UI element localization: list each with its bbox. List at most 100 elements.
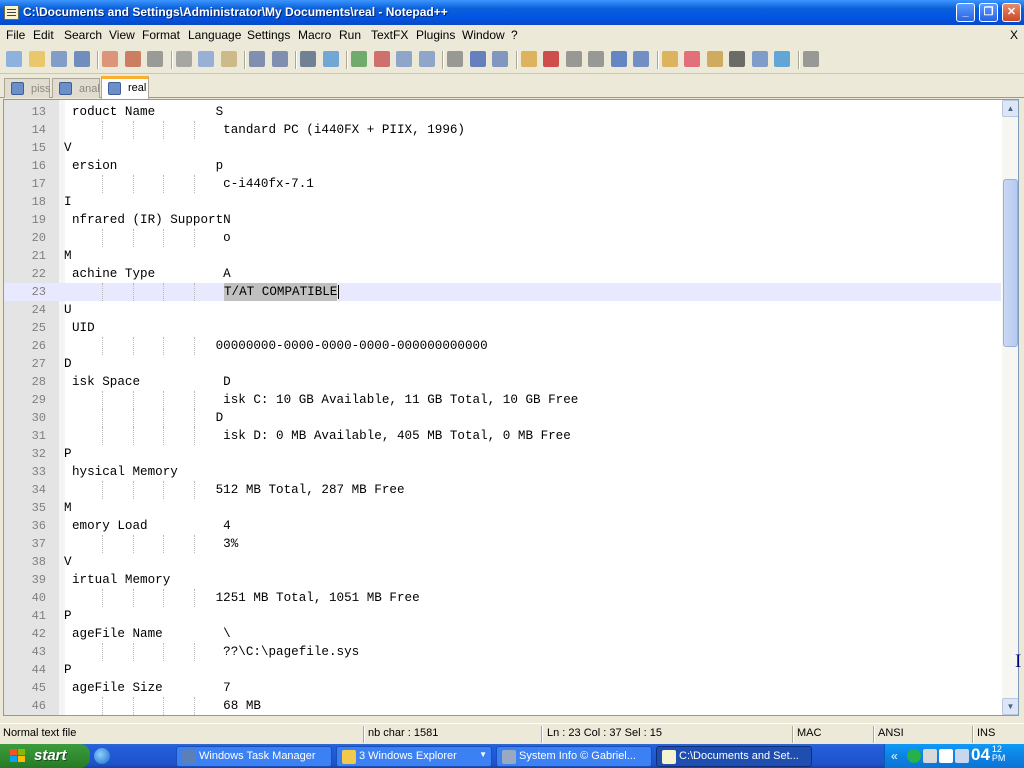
editor-line[interactable]: 41 P [4, 607, 1001, 625]
title-bar[interactable]: C:\Documents and Settings\Administrator\… [0, 0, 1024, 25]
editor-line[interactable]: 44 P [4, 661, 1001, 679]
editor-line[interactable]: 24 U [4, 301, 1001, 319]
editor-line[interactable]: 39 irtual Memory [4, 571, 1001, 589]
editor-line[interactable]: 23 T/AT COMPATIBLE [4, 283, 1001, 301]
folder-icon[interactable] [661, 51, 678, 67]
editor-line[interactable]: 37 3% [4, 535, 1001, 553]
menu-plugins[interactable]: Plugins [416, 28, 455, 42]
sync-h-icon[interactable] [418, 51, 435, 67]
editor-line[interactable]: 28 isk Space D [4, 373, 1001, 391]
play-icon[interactable] [588, 51, 604, 67]
zoom-out-icon[interactable] [373, 51, 390, 67]
save-macro-icon[interactable] [633, 51, 649, 67]
clock[interactable]: 04 12 PM [971, 745, 1005, 765]
tray-speaker-icon[interactable] [955, 749, 969, 763]
open-icon[interactable] [28, 51, 45, 67]
editor-line[interactable]: 32 P [4, 445, 1001, 463]
sync-v-icon[interactable] [396, 51, 412, 67]
zoom-in-icon[interactable] [351, 51, 367, 67]
scroll-up-arrow-icon[interactable]: ▲ [1002, 100, 1018, 117]
menu-file[interactable]: File [6, 28, 25, 42]
editor-line[interactable]: 34 512 MB Total, 287 MB Free [4, 481, 1001, 499]
wrap-icon[interactable] [447, 51, 463, 67]
redo-icon[interactable] [271, 51, 288, 67]
indent-guide-icon[interactable] [492, 51, 508, 67]
internet-explorer-icon[interactable] [94, 748, 110, 764]
taskbar-windows-explorer[interactable]: 3 Windows Explorer ▼ [336, 746, 492, 767]
menu-macro[interactable]: Macro [298, 28, 331, 42]
editor-line[interactable]: 38 V [4, 553, 1001, 571]
stop-icon[interactable] [565, 51, 582, 67]
scroll-thumb[interactable] [1003, 179, 1018, 347]
maximize-button[interactable]: ❐ [979, 3, 998, 22]
editor-line[interactable]: 33 hysical Memory [4, 463, 1001, 481]
taskbar-system-info[interactable]: System Info © Gabriel... [496, 746, 652, 767]
editor-line[interactable]: 21 M [4, 247, 1001, 265]
notepad-app-icon[interactable] [4, 5, 19, 20]
menu-view[interactable]: View [109, 28, 135, 42]
editor-line[interactable]: 22 achine Type A [4, 265, 1001, 283]
close-button[interactable]: ✕ [1002, 3, 1021, 22]
menu-language[interactable]: Language [188, 28, 241, 42]
plugin-icon[interactable] [706, 51, 723, 67]
start-button[interactable]: start [0, 744, 90, 768]
tray-app-icon[interactable] [939, 749, 953, 763]
save-icon[interactable] [51, 51, 67, 67]
editor-line[interactable]: 14 tandard PC (i440FX + PIIX, 1996) [4, 121, 1001, 139]
menu-settings[interactable]: Settings [247, 28, 290, 42]
menu-edit[interactable]: Edit [33, 28, 54, 42]
menu-window[interactable]: Window [462, 28, 505, 42]
editor-line[interactable]: 15 V [4, 139, 1001, 157]
tab-anal[interactable]: anal [52, 78, 100, 98]
menu-textfx[interactable]: TextFX [371, 28, 408, 42]
text-editor[interactable]: 13 roduct Name S 14 tandard PC (i440FX + P… [3, 99, 1019, 716]
undo-icon[interactable] [249, 51, 265, 67]
menu-format[interactable]: Format [142, 28, 180, 42]
heart-icon[interactable] [684, 51, 700, 67]
tray-shield-icon[interactable] [907, 749, 921, 763]
close-all-icon[interactable] [124, 51, 141, 67]
vertical-scrollbar[interactable]: ▲ ▼ [1002, 100, 1018, 715]
new-icon[interactable] [6, 51, 22, 67]
show-hidden-icons-chevron-icon[interactable]: « [891, 749, 905, 763]
console-icon[interactable] [751, 51, 768, 67]
paste-icon[interactable] [220, 51, 237, 67]
editor-line[interactable]: 43 ??\C:\pagefile.sys [4, 643, 1001, 661]
minimize-button[interactable]: _ [956, 3, 975, 22]
editor-line[interactable]: 31 isk D: 0 MB Available, 405 MB Total, … [4, 427, 1001, 445]
cut-icon[interactable] [175, 51, 192, 67]
editor-line[interactable]: 30 D [4, 409, 1001, 427]
close-icon[interactable] [102, 51, 118, 67]
editor-line[interactable]: 16 ersion p [4, 157, 1001, 175]
print-icon[interactable] [147, 51, 163, 67]
editor-line[interactable]: 36 emory Load 4 [4, 517, 1001, 535]
show-all-icon[interactable] [469, 51, 486, 67]
copy-icon[interactable] [198, 51, 214, 67]
taskbar-notepad[interactable]: C:\Documents and Set... [656, 746, 812, 767]
record-icon[interactable] [543, 51, 559, 67]
editor-line[interactable]: 40 1251 MB Total, 1051 MB Free [4, 589, 1001, 607]
menu-search[interactable]: Search [64, 28, 102, 42]
hex-icon[interactable] [729, 51, 745, 67]
run-multi-icon[interactable] [610, 51, 627, 67]
editor-line[interactable]: 18 I [4, 193, 1001, 211]
editor-line[interactable]: 19 nfrared (IR) SupportN [4, 211, 1001, 229]
editor-line[interactable]: 25 UID [4, 319, 1001, 337]
user-lang-icon[interactable] [520, 51, 537, 67]
tray-network-icon[interactable] [923, 749, 937, 763]
find-icon[interactable] [300, 51, 316, 67]
replace-icon[interactable] [322, 51, 339, 67]
editor-line[interactable]: 26 00000000-0000-0000-0000-000000000000 [4, 337, 1001, 355]
taskbar-task-manager[interactable]: Windows Task Manager [176, 746, 332, 767]
tab-real[interactable]: real [101, 76, 149, 99]
editor-line[interactable]: 17 c-i440fx-7.1 [4, 175, 1001, 193]
menu-run[interactable]: Run [339, 28, 361, 42]
save-all-icon[interactable] [73, 51, 90, 67]
editor-line[interactable]: 13 roduct Name S [4, 103, 1001, 121]
editor-line[interactable]: 29 isk C: 10 GB Available, 11 GB Total, … [4, 391, 1001, 409]
editor-line[interactable]: 42 ageFile Name \ [4, 625, 1001, 643]
editor-line[interactable]: 46 68 MB [4, 697, 1001, 715]
document-close-icon[interactable]: X [1010, 28, 1018, 42]
editor-line[interactable]: 35 M [4, 499, 1001, 517]
tab-piss[interactable]: piss [4, 78, 51, 98]
